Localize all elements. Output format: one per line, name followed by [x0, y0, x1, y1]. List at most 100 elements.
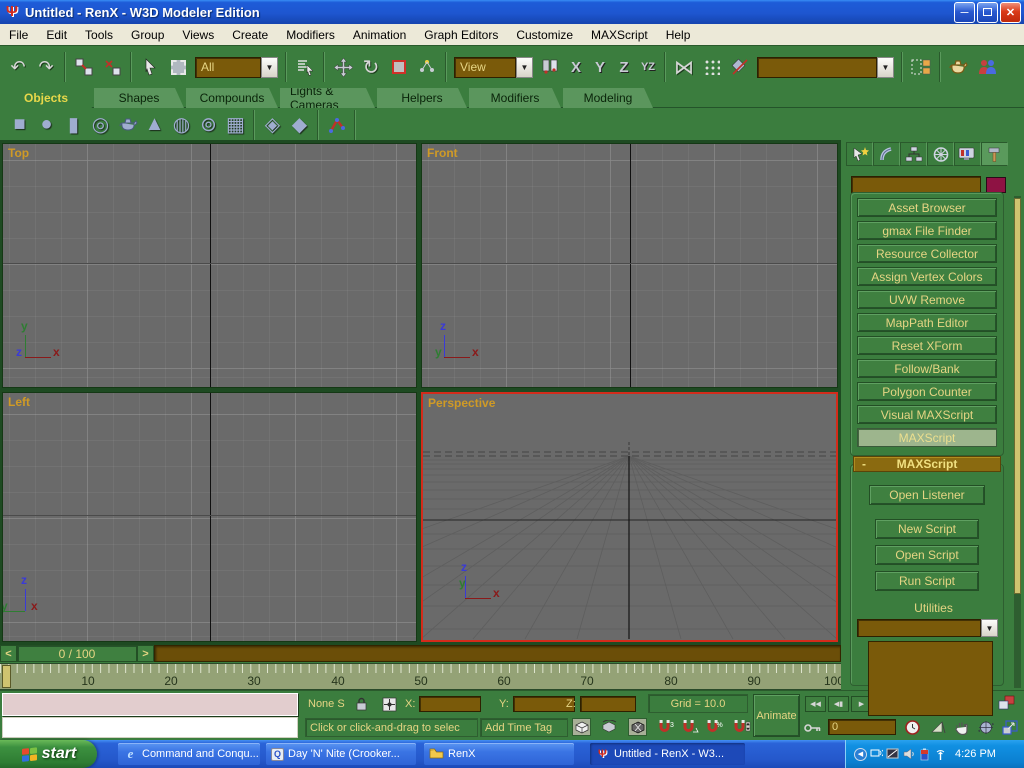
shaded-view-button[interactable] — [628, 718, 647, 736]
menu-views[interactable]: Views — [173, 26, 223, 44]
reference-coordsys-dropdown[interactable]: View ▼ — [454, 57, 533, 78]
render-last-button[interactable] — [974, 53, 1000, 81]
menu-help[interactable]: Help — [657, 26, 700, 44]
taskbar-task-day-n-nite[interactable]: Q Day 'N' Nite (Crooker... — [266, 743, 416, 765]
utilities-dropdown-open-list[interactable] — [868, 641, 993, 716]
redo-button[interactable]: ↷ — [33, 53, 59, 81]
new-script-button[interactable]: New Script — [875, 519, 979, 539]
time-slider-track[interactable] — [154, 645, 841, 662]
tab-hierarchy[interactable] — [900, 142, 927, 166]
create-plane-button[interactable]: ▦ — [222, 111, 249, 138]
menu-tools[interactable]: Tools — [76, 26, 122, 44]
absolute-mode-button[interactable] — [380, 695, 399, 713]
next-frame-button[interactable]: > — [137, 645, 154, 662]
select-and-move-button[interactable] — [330, 53, 356, 81]
time-configuration-button[interactable] — [903, 718, 922, 736]
maxscript-mini-listener-macro[interactable] — [2, 693, 298, 716]
create-quad-patch-button[interactable]: ◈ — [259, 111, 286, 138]
zoom-button[interactable] — [928, 718, 947, 736]
named-selection-dropdown[interactable]: ▼ — [757, 57, 894, 78]
current-frame-field[interactable]: 0 — [828, 719, 896, 735]
select-object-button[interactable] — [137, 53, 163, 81]
panel-scrollbar[interactable] — [1014, 196, 1021, 688]
select-and-link-button[interactable] — [71, 53, 97, 81]
create-tube-button[interactable]: ⊚ — [195, 111, 222, 138]
viewport-perspective[interactable]: Perspective z x y — [421, 392, 838, 642]
utility-mappath-editor-button[interactable]: MapPath Editor — [857, 313, 997, 332]
tab-lights-cameras[interactable]: Lights & Cameras — [280, 88, 375, 108]
create-tri-patch-button[interactable]: ◆ — [286, 111, 313, 138]
utility-polygon-counter-button[interactable]: Polygon Counter — [857, 382, 997, 401]
menu-modifiers[interactable]: Modifiers — [277, 26, 344, 44]
tab-utilities[interactable] — [981, 142, 1008, 166]
previous-frame-button[interactable]: < — [0, 645, 17, 662]
maxscript-rollout-header[interactable]: - MAXScript — [853, 456, 1001, 472]
min-max-toggle-button[interactable] — [1000, 718, 1019, 736]
tab-motion[interactable] — [927, 142, 954, 166]
add-time-tag-button[interactable]: Add Time Tag — [480, 718, 568, 737]
panel-scrollbar-thumb[interactable] — [1014, 198, 1021, 594]
track-bar[interactable]: 10 20 30 40 50 60 70 80 90 100 — [0, 663, 841, 690]
set-key-button[interactable] — [803, 719, 822, 737]
percent-snap-button[interactable]: % — [704, 718, 723, 736]
undo-button[interactable]: ↶ — [5, 53, 31, 81]
select-and-manipulate-button[interactable] — [414, 53, 440, 81]
array-button[interactable] — [699, 53, 725, 81]
render-scene-button[interactable] — [946, 53, 972, 81]
run-script-button[interactable]: Run Script — [875, 571, 979, 591]
z-coordinate-field[interactable] — [580, 696, 636, 712]
create-cone-button[interactable]: ▲ — [141, 111, 168, 138]
start-button[interactable]: start — [0, 740, 97, 768]
restrict-x-button[interactable]: X — [564, 55, 588, 79]
minimize-button[interactable]: — — [954, 2, 975, 23]
tab-compounds[interactable]: Compounds — [186, 88, 278, 108]
time-slider[interactable]: 0 / 100 — [17, 645, 137, 662]
use-center-flyout-button[interactable] — [537, 53, 563, 81]
schematic-view-button[interactable] — [908, 53, 934, 81]
select-by-name-button[interactable] — [292, 53, 318, 81]
utility-gmax-file-finder-button[interactable]: gmax File Finder — [857, 221, 997, 240]
select-and-rotate-button[interactable]: ↻ — [358, 53, 384, 81]
previous-frame-button[interactable]: ◀▮ — [828, 696, 849, 712]
utility-uvw-remove-button[interactable]: UVW Remove — [857, 290, 997, 309]
selection-filter-dropdown[interactable]: All ▼ — [195, 57, 278, 78]
tab-shapes[interactable]: Shapes — [94, 88, 184, 108]
angle-snap-button[interactable] — [680, 718, 699, 736]
viewport-top[interactable]: Top y x z — [2, 143, 417, 388]
volume-icon[interactable] — [902, 748, 915, 761]
display-settings-icon[interactable] — [886, 748, 899, 761]
restrict-z-button[interactable]: Z — [612, 55, 636, 79]
create-torus-button[interactable]: ◎ — [87, 111, 114, 138]
restrict-y-button[interactable]: Y — [588, 55, 612, 79]
restrict-plane-button[interactable]: YZ — [636, 55, 660, 79]
x-coordinate-field[interactable] — [419, 696, 481, 712]
wireless-network-icon[interactable] — [934, 748, 947, 761]
animate-button[interactable]: Animate — [753, 694, 800, 737]
create-geosphere-button[interactable]: ◍ — [168, 111, 195, 138]
snap-toggle-3d-button[interactable]: 3 — [656, 718, 675, 736]
menu-graph-editors[interactable]: Graph Editors — [415, 26, 507, 44]
maxscript-mini-listener-input[interactable] — [2, 717, 298, 738]
viewport-front[interactable]: Front z x y — [421, 143, 838, 388]
unlink-selection-button[interactable] — [99, 53, 125, 81]
hide-tray-icons-button[interactable]: ◀ — [854, 748, 867, 761]
open-listener-button[interactable]: Open Listener — [869, 485, 985, 505]
menu-create[interactable]: Create — [223, 26, 277, 44]
align-button[interactable] — [727, 53, 753, 81]
taskbar-task-renx-active[interactable]: Ψ Untitled - RenX - W3... — [590, 743, 745, 765]
utility-assign-vertex-colors-button[interactable]: Assign Vertex Colors — [857, 267, 997, 286]
select-and-scale-button[interactable] — [386, 53, 412, 81]
pan-view-button[interactable] — [952, 718, 971, 736]
create-sphere-button[interactable]: ● — [33, 111, 60, 138]
mirror-button[interactable]: ⋈ — [671, 53, 697, 81]
selection-region-button[interactable] — [165, 53, 191, 81]
create-cylinder-button[interactable]: ▮ — [60, 111, 87, 138]
utility-resource-collector-button[interactable]: Resource Collector — [857, 244, 997, 263]
menu-maxscript[interactable]: MAXScript — [582, 26, 657, 44]
network-status-icon[interactable] — [870, 748, 883, 761]
restore-button[interactable] — [977, 2, 998, 23]
tab-modify[interactable] — [873, 142, 900, 166]
tab-modeling[interactable]: Modeling — [563, 88, 653, 108]
open-script-button[interactable]: Open Script — [875, 545, 979, 565]
utility-follow-bank-button[interactable]: Follow/Bank — [857, 359, 997, 378]
